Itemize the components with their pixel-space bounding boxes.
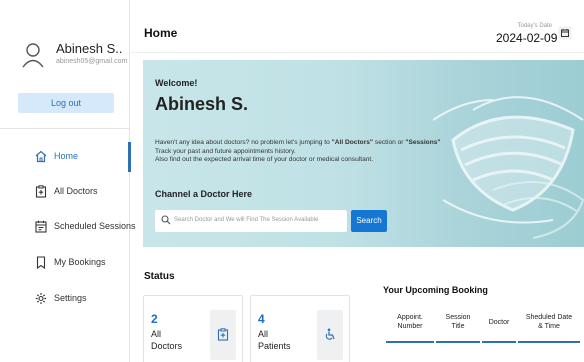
column-underline [518, 341, 580, 343]
column-underline [386, 341, 434, 343]
profile-name: Abinesh S.. [56, 41, 123, 56]
status-title: Status [144, 271, 175, 282]
date-label: Today's Date [517, 23, 553, 29]
patient-count: 4 [258, 312, 265, 326]
logout-button[interactable]: Log out [18, 93, 114, 113]
home-icon [35, 150, 47, 163]
sidebar-item-label: All Doctors [54, 186, 98, 196]
sidebar-item-all-doctors[interactable]: All Doctors [0, 177, 130, 207]
search-placeholder: Search Doctor and We will Find The Sessi… [174, 217, 319, 223]
schedule-icon [35, 220, 47, 233]
channel-title: Channel a Doctor Here [155, 189, 253, 199]
all-doctors-link[interactable]: "All Doctors" [332, 139, 373, 146]
column-header-appointment-number[interactable]: Appoint. Number [386, 313, 434, 331]
wheelchair-icon [325, 328, 335, 340]
sidebar-item-my-bookings[interactable]: My Bookings [0, 248, 130, 278]
header-divider [130, 52, 584, 53]
column-header-scheduled-date[interactable]: Sheduled Date & Time [518, 313, 580, 331]
sidebar-item-label: Scheduled Sessions [54, 221, 136, 231]
page-title: Home [144, 26, 178, 40]
nav-divider [0, 128, 130, 129]
upcoming-booking-title: Your Upcoming Booking [383, 285, 488, 295]
column-underline [436, 341, 480, 343]
column-underline [482, 341, 516, 343]
search-icon [161, 215, 171, 225]
welcome-text: Welcome! [155, 78, 198, 88]
date-value: 2024-02-09 [496, 31, 558, 45]
sidebar-item-scheduled-sessions[interactable]: Scheduled Sessions [0, 212, 136, 242]
doctor-icon [35, 185, 47, 198]
sessions-link[interactable]: "Sessions" [405, 139, 440, 146]
sidebar-item-label: My Bookings [54, 257, 106, 267]
sidebar: Abinesh S.. abinesh05@gmail.com Log out … [0, 0, 136, 362]
gear-icon [35, 293, 47, 304]
bookmark-icon [36, 256, 46, 269]
doctor-icon [217, 328, 229, 341]
banner-description: Haven't any idea about doctors? no probl… [155, 139, 441, 163]
doctor-search-input[interactable]: Search Doctor and We will Find The Sessi… [155, 210, 347, 232]
user-profile: Abinesh S.. abinesh05@gmail.com [18, 38, 128, 78]
sidebar-item-home[interactable]: Home [0, 142, 131, 172]
sidebar-item-settings[interactable]: Settings [0, 284, 130, 314]
calendar-icon[interactable] [558, 26, 572, 40]
doctor-count: 2 [151, 312, 158, 326]
stat-card-doctors[interactable]: 2 All Doctors [143, 295, 243, 362]
column-header-doctor[interactable]: Doctor [482, 318, 516, 327]
banner-user-name: Abinesh S. [155, 94, 249, 114]
profile-email: abinesh05@gmail.com [56, 58, 128, 65]
welcome-banner: Welcome! Abinesh S. Haven't any idea abo… [143, 60, 584, 247]
stat-card-patients[interactable]: 4 All Patients [250, 295, 350, 362]
search-button[interactable]: Search [351, 210, 387, 232]
avatar [22, 43, 44, 68]
sidebar-item-label: Settings [54, 293, 87, 303]
column-header-session-title[interactable]: Session Title [436, 313, 480, 331]
sidebar-item-label: Home [54, 151, 79, 161]
